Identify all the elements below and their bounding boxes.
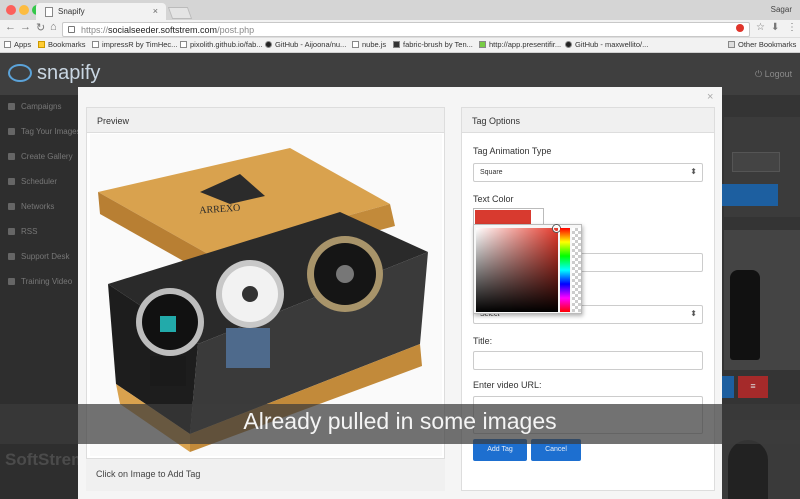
url-scheme: https:// <box>81 25 109 35</box>
new-tab-button[interactable] <box>167 7 193 19</box>
background-delete-button: ≡ <box>738 376 768 398</box>
url-host: socialseeder.softstrem.com <box>108 25 218 35</box>
preview-title: Preview <box>87 108 444 133</box>
sidebar-item-create-gallery[interactable]: Create Gallery <box>8 152 73 161</box>
clock-icon <box>8 178 15 185</box>
tag-icon <box>8 128 15 135</box>
logout-link[interactable]: ⏻ Logout <box>755 69 792 80</box>
background-input <box>732 152 780 172</box>
url-path: /post.php <box>217 25 255 35</box>
bookmark-item[interactable]: impressR by TimHec... <box>92 40 177 49</box>
rss-icon <box>8 228 15 235</box>
text-color-label: Text Color <box>473 194 514 204</box>
page-icon <box>180 41 187 48</box>
sidebar-item-scheduler[interactable]: Scheduler <box>8 177 57 186</box>
tab-title: Snapify <box>58 7 85 16</box>
shoe-image <box>730 270 760 360</box>
tag-options-title: Tag Options <box>462 108 714 133</box>
alpha-slider[interactable] <box>572 228 581 312</box>
person-image <box>728 440 768 499</box>
sidebar-item-campaigns[interactable]: Campaigns <box>8 102 61 111</box>
home-icon[interactable]: ⌂ <box>50 21 57 33</box>
color-picker[interactable] <box>473 224 582 314</box>
title-label: Title: <box>473 336 493 346</box>
preview-footer: Click on Image to Add Tag <box>86 458 445 491</box>
bookmark-item[interactable]: Apps <box>4 40 31 49</box>
select-caret-icon: ⬍ <box>690 167 697 176</box>
address-bar[interactable]: https://socialseeder.softstrem.com/post.… <box>62 22 750 37</box>
watermark: SoftStrem <box>5 450 87 469</box>
page-icon <box>92 41 99 48</box>
sidebar-item-networks[interactable]: Networks <box>8 202 54 211</box>
bookmark-item[interactable]: fabric-brush by Ten... <box>393 40 473 49</box>
animation-type-label: Tag Animation Type <box>473 146 552 156</box>
background-button <box>722 184 778 206</box>
close-modal-icon[interactable]: × <box>707 91 713 103</box>
video-url-label: Enter video URL: <box>473 380 542 390</box>
opera-icon[interactable] <box>736 24 744 32</box>
support-icon <box>8 253 15 260</box>
app-logo[interactable]: snapify <box>8 62 100 85</box>
logo-icon <box>8 64 32 82</box>
other-bookmarks[interactable]: Other Bookmarks <box>728 40 796 49</box>
folder-icon <box>728 41 735 48</box>
profile-name[interactable]: Sagar <box>771 5 792 14</box>
page-icon <box>45 7 53 17</box>
bookmark-item[interactable]: Bookmarks <box>38 40 86 49</box>
download-icon[interactable]: ⬇ <box>771 22 779 33</box>
leaf-icon <box>479 41 486 48</box>
github-icon <box>565 41 572 48</box>
browser-tab[interactable]: Snapify × <box>36 3 166 21</box>
bookmark-item[interactable]: nube.js <box>352 40 386 49</box>
bookmark-item[interactable]: GitHub - maxwellito/... <box>565 40 648 49</box>
campaigns-icon <box>8 103 15 110</box>
select-caret-icon: ⬍ <box>690 309 697 318</box>
back-icon[interactable]: ← <box>5 21 16 33</box>
saturation-area[interactable] <box>476 228 558 312</box>
reload-icon[interactable]: ↻ <box>36 21 45 34</box>
forward-icon[interactable]: → <box>20 21 31 33</box>
brush-icon <box>393 41 400 48</box>
bookmark-item[interactable]: http://app.presentifir... <box>479 40 561 49</box>
minimize-window-icon[interactable] <box>19 5 29 15</box>
sidebar-item-support[interactable]: Support Desk <box>8 252 69 261</box>
page-icon <box>352 41 359 48</box>
menu-icon[interactable]: ⋮ <box>787 22 797 33</box>
star-icon[interactable]: ☆ <box>756 22 765 33</box>
github-icon <box>265 41 272 48</box>
bookmark-item[interactable]: GitHub - Aijoona/nu... <box>265 40 346 49</box>
share-icon <box>8 203 15 210</box>
sidebar-item-rss[interactable]: RSS <box>8 227 37 236</box>
hue-slider[interactable] <box>560 228 570 312</box>
sidebar-item-tag-images[interactable]: Tag Your Images <box>8 127 81 136</box>
title-input[interactable] <box>473 351 703 370</box>
close-window-icon[interactable] <box>6 5 16 15</box>
lock-icon <box>68 26 75 33</box>
animation-type-select[interactable]: Square ⬍ <box>473 163 703 182</box>
sidebar-item-training[interactable]: Training Video <box>8 277 72 286</box>
bookmark-item[interactable]: pixolith.github.io/fab... <box>180 40 263 49</box>
caption-text: Already pulled in some images <box>243 408 557 434</box>
video-icon <box>8 278 15 285</box>
color-handle[interactable] <box>553 225 560 232</box>
apps-icon <box>4 41 11 48</box>
star-icon <box>38 41 45 48</box>
close-tab-icon[interactable]: × <box>153 6 158 16</box>
gallery-icon <box>8 153 15 160</box>
